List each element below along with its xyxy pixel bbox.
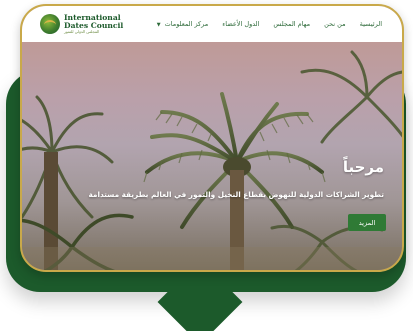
hero-banner: مرحباً تطوير الشراكات الدولية للنهوض بقط… bbox=[22, 42, 402, 270]
nav-item-info-center[interactable]: مركز المعلومات ▼ bbox=[157, 20, 209, 28]
website-preview-card: International Dates Council المجلس الدول… bbox=[20, 4, 404, 272]
nav-item-member-states[interactable]: الدول الأعضاء bbox=[222, 20, 259, 28]
chevron-down-icon: ▼ bbox=[156, 22, 161, 28]
main-menu: الرئيسية من نحن مهام المجلس الدول الأعضا… bbox=[123, 20, 392, 28]
hero-subtitle: تطوير الشراكات الدولية للنهوض بقطاع النخ… bbox=[88, 190, 385, 199]
logo-text: International Dates Council المجلس الدول… bbox=[64, 14, 123, 34]
logo-line-3: المجلس الدولي للتمور bbox=[64, 29, 100, 35]
more-button[interactable]: المزيد bbox=[348, 214, 386, 231]
palm-logo-icon bbox=[40, 14, 60, 34]
nav-item-about[interactable]: من نحن bbox=[324, 20, 345, 28]
nav-item-home[interactable]: الرئيسية bbox=[360, 20, 382, 28]
site-header: International Dates Council المجلس الدول… bbox=[22, 6, 402, 42]
logo-line-2: Dates Council bbox=[64, 20, 124, 30]
nav-item-council-tasks[interactable]: مهام المجلس bbox=[273, 20, 310, 28]
promo-graphic: International Dates Council المجلس الدول… bbox=[0, 0, 413, 331]
palm-trees-image bbox=[22, 50, 402, 270]
site-logo[interactable]: International Dates Council المجلس الدول… bbox=[40, 6, 123, 42]
hero-title: مرحباً bbox=[342, 158, 384, 176]
nav-item-info-center-label: مركز المعلومات bbox=[164, 20, 209, 28]
